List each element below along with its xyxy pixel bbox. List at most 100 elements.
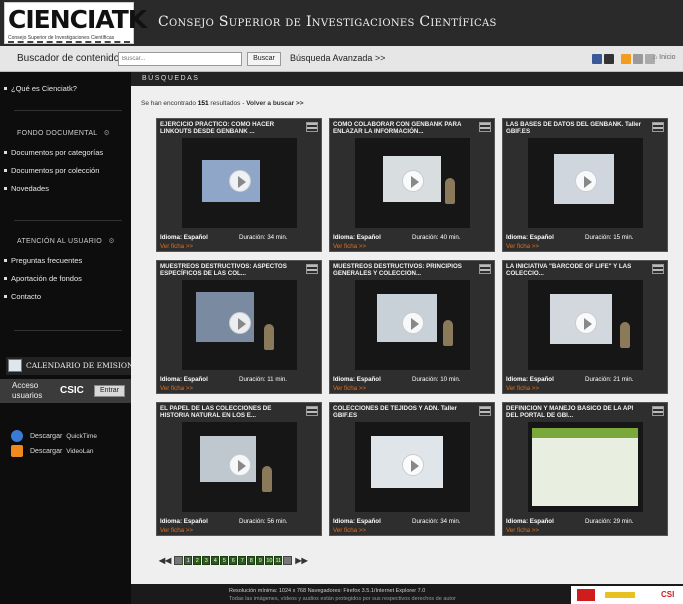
twitter-icon[interactable] bbox=[604, 54, 614, 64]
video-duration: Duración: 15 min. bbox=[585, 234, 634, 241]
cienciatk-logo[interactable]: CIENCIATK Consejo Superior de Investigac… bbox=[4, 2, 147, 44]
page-button[interactable]: 10 bbox=[265, 555, 274, 565]
menu-icon[interactable] bbox=[652, 406, 664, 416]
video-thumbnail[interactable] bbox=[355, 422, 470, 512]
page-button[interactable]: 4 bbox=[211, 555, 220, 565]
view-details-link[interactable]: Ver ficha >> bbox=[506, 385, 539, 392]
page-button[interactable]: 3 bbox=[202, 555, 211, 565]
play-icon[interactable] bbox=[402, 170, 424, 192]
video-card[interactable]: EL PAPEL DE LAS COLECCIONES DE HISTORIA … bbox=[156, 402, 322, 536]
projection-screen bbox=[532, 428, 638, 506]
video-thumbnail[interactable] bbox=[182, 422, 297, 512]
play-icon[interactable] bbox=[229, 454, 251, 476]
view-details-link[interactable]: Ver ficha >> bbox=[160, 243, 193, 250]
menu-icon[interactable] bbox=[652, 264, 664, 274]
video-card[interactable]: LAS BASES DE DATOS DEL GENBANK. Taller G… bbox=[502, 118, 668, 252]
play-icon[interactable] bbox=[229, 312, 251, 334]
menu-icon[interactable] bbox=[479, 122, 491, 132]
page-button[interactable]: 6 bbox=[229, 555, 238, 565]
gear-icon: ⚙ bbox=[108, 238, 115, 245]
video-card[interactable]: COLECCIONES DE TEJIDOS Y ADN. Taller GBI… bbox=[329, 402, 495, 536]
page-button[interactable]: 1 bbox=[184, 555, 193, 565]
video-thumbnail[interactable] bbox=[528, 422, 643, 512]
play-icon[interactable] bbox=[575, 170, 597, 192]
play-icon[interactable] bbox=[575, 312, 597, 334]
video-title[interactable]: LAS BASES DE DATOS DEL GENBANK. Taller G… bbox=[506, 121, 646, 135]
page-button[interactable]: 7 bbox=[238, 555, 247, 565]
search-bar: Buscador de contenidos Buscar Búsqueda A… bbox=[0, 46, 683, 72]
video-title[interactable]: DEFINICIÓN Y MANEJO BÁSICO DE LA API DEL… bbox=[506, 405, 646, 419]
footer: Resolución mínima: 1024 x 768 Navegadore… bbox=[131, 584, 683, 604]
video-title[interactable]: MUESTREOS DESTRUCTIVOS: ASPECTOS ESPECÍF… bbox=[160, 263, 300, 277]
play-icon[interactable] bbox=[402, 312, 424, 334]
next-page-button[interactable] bbox=[283, 555, 293, 565]
view-details-link[interactable]: Ver ficha >> bbox=[333, 527, 366, 534]
menu-icon[interactable] bbox=[652, 122, 664, 132]
page-button[interactable]: 11 bbox=[274, 555, 283, 565]
video-title[interactable]: COLECCIONES DE TEJIDOS Y ADN. Taller GBI… bbox=[333, 405, 473, 419]
page-button[interactable]: 2 bbox=[193, 555, 202, 565]
calendar-link[interactable]: CALENDARIO DE EMISIONES bbox=[6, 357, 144, 375]
video-card[interactable]: MUESTREOS DESTRUCTIVOS: PRINCIPIOS GENER… bbox=[329, 260, 495, 394]
view-details-link[interactable]: Ver ficha >> bbox=[160, 527, 193, 534]
view-details-link[interactable]: Ver ficha >> bbox=[160, 385, 193, 392]
back-to-search-link[interactable]: Volver a buscar >> bbox=[246, 100, 303, 107]
sidebar-item-novedades[interactable]: Novedades bbox=[4, 184, 49, 193]
home-link[interactable]: ⌂ Inicio bbox=[653, 54, 676, 61]
search-input[interactable] bbox=[118, 52, 242, 66]
vlc-icon bbox=[11, 445, 23, 457]
video-title[interactable]: LA INICIATIVA "BARCODE OF LIFE" Y LAS CO… bbox=[506, 263, 646, 277]
prev-page-button[interactable] bbox=[174, 555, 184, 565]
search-button[interactable]: Buscar bbox=[247, 52, 281, 66]
print-icon[interactable] bbox=[633, 54, 643, 64]
sidebar: ¿Qué es Cienciatk? FONDO DOCUMENTAL ⚙ Do… bbox=[0, 72, 144, 604]
page-button[interactable]: 9 bbox=[256, 555, 265, 565]
speaker-figure bbox=[262, 466, 272, 492]
speaker-figure bbox=[443, 320, 453, 346]
first-page-button[interactable]: ◀◀ bbox=[157, 556, 173, 565]
video-title[interactable]: CÓMO COLABORAR CON GENBANK PARA ENLAZAR … bbox=[333, 121, 473, 135]
video-thumbnail[interactable] bbox=[355, 138, 470, 228]
video-card[interactable]: CÓMO COLABORAR CON GENBANK PARA ENLAZAR … bbox=[329, 118, 495, 252]
login-button[interactable]: Entrar bbox=[94, 385, 125, 397]
sidebar-item-categorias[interactable]: Documentos por categorías bbox=[3, 148, 103, 157]
sidebar-item-contacto[interactable]: Contacto bbox=[3, 292, 41, 301]
video-thumbnail[interactable] bbox=[182, 138, 297, 228]
view-details-link[interactable]: Ver ficha >> bbox=[333, 385, 366, 392]
play-icon[interactable] bbox=[402, 454, 424, 476]
video-thumbnail[interactable] bbox=[182, 280, 297, 370]
view-details-link[interactable]: Ver ficha >> bbox=[506, 243, 539, 250]
rss-icon[interactable] bbox=[621, 54, 631, 64]
menu-icon[interactable] bbox=[306, 122, 318, 132]
video-language: Idioma: Español bbox=[506, 518, 554, 525]
video-thumbnail[interactable] bbox=[355, 280, 470, 370]
video-title[interactable]: EL PAPEL DE LAS COLECCIONES DE HISTORIA … bbox=[160, 405, 300, 419]
view-details-link[interactable]: Ver ficha >> bbox=[506, 527, 539, 534]
video-card[interactable]: EJERCICIO PRÁCTICO: CÓMO HACER LINKOUTS … bbox=[156, 118, 322, 252]
sidebar-item-coleccion[interactable]: Documentos por colección bbox=[3, 166, 99, 175]
video-card[interactable]: DEFINICIÓN Y MANEJO BÁSICO DE LA API DEL… bbox=[502, 402, 668, 536]
page-button[interactable]: 8 bbox=[247, 555, 256, 565]
video-title[interactable]: EJERCICIO PRÁCTICO: CÓMO HACER LINKOUTS … bbox=[160, 121, 300, 135]
sidebar-item-about[interactable]: ¿Qué es Cienciatk? bbox=[4, 84, 77, 93]
section-title: ATENCIÓN AL USUARIO bbox=[17, 238, 103, 245]
sidebar-item-aportacion[interactable]: Aportación de fondos bbox=[4, 274, 82, 283]
video-title[interactable]: MUESTREOS DESTRUCTIVOS: PRINCIPIOS GENER… bbox=[333, 263, 473, 277]
play-icon[interactable] bbox=[229, 170, 251, 192]
page-button[interactable]: 5 bbox=[220, 555, 229, 565]
site-header: CIENCIATK Consejo Superior de Investigac… bbox=[0, 0, 683, 46]
last-page-button[interactable]: ▶▶ bbox=[293, 556, 309, 565]
menu-icon[interactable] bbox=[479, 264, 491, 274]
view-details-link[interactable]: Ver ficha >> bbox=[333, 243, 366, 250]
advanced-search-link[interactable]: Búsqueda Avanzada >> bbox=[290, 53, 385, 63]
facebook-icon[interactable] bbox=[592, 54, 602, 64]
menu-icon[interactable] bbox=[479, 406, 491, 416]
video-card[interactable]: MUESTREOS DESTRUCTIVOS: ASPECTOS ESPECÍF… bbox=[156, 260, 322, 394]
video-card[interactable]: LA INICIATIVA "BARCODE OF LIFE" Y LAS CO… bbox=[502, 260, 668, 394]
video-thumbnail[interactable] bbox=[528, 138, 643, 228]
sidebar-item-faq[interactable]: Preguntas frecuentes bbox=[3, 256, 82, 265]
video-thumbnail[interactable] bbox=[528, 280, 643, 370]
login-box: Acceso usuarios CSIC Entrar bbox=[0, 379, 131, 403]
menu-icon[interactable] bbox=[306, 264, 318, 274]
menu-icon[interactable] bbox=[306, 406, 318, 416]
